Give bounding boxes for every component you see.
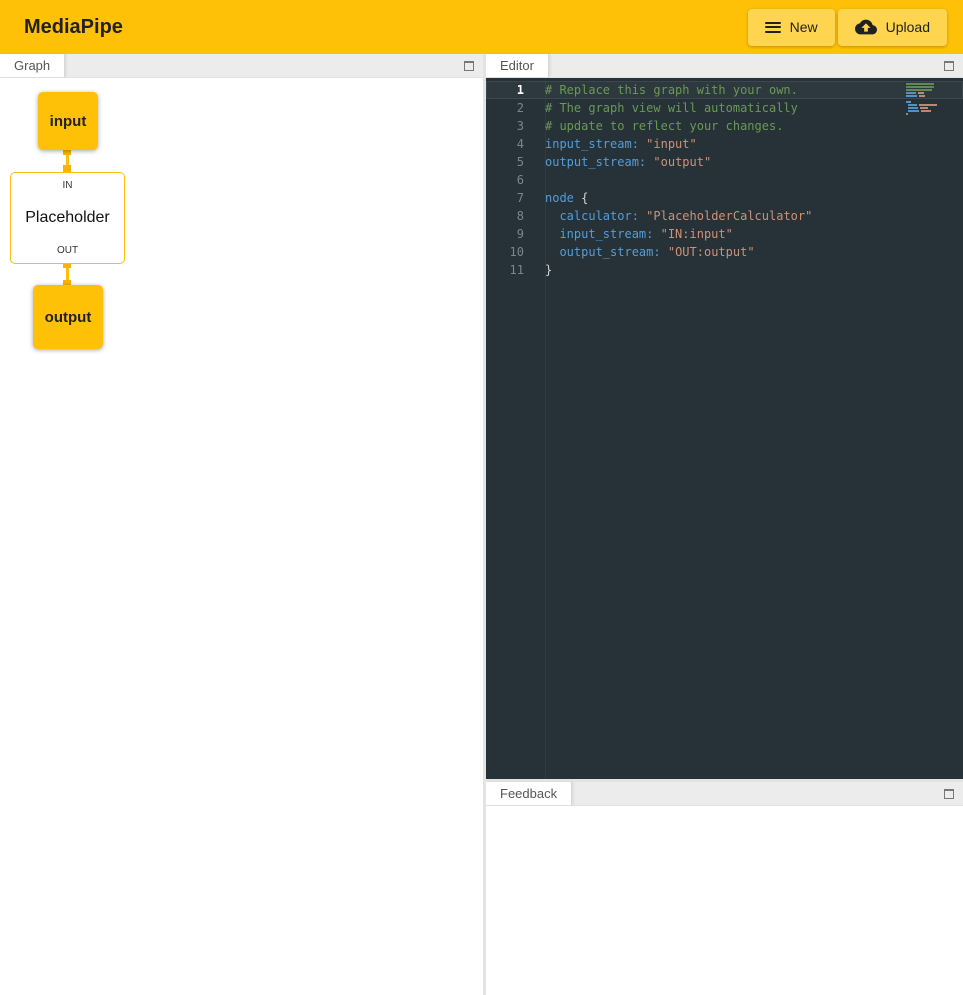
minimap-line (906, 113, 950, 115)
editor-panel-controls (944, 61, 954, 71)
minimap-line (906, 107, 950, 109)
calculator-name-label: Placeholder (25, 209, 110, 227)
line-text: node { (545, 189, 963, 207)
minimap-line (906, 95, 950, 97)
feedback-panel-controls (944, 789, 954, 799)
line-text: calculator: "PlaceholderCalculator" (545, 207, 963, 225)
line-number: 6 (486, 171, 524, 189)
menu-icon (765, 22, 781, 33)
line-number: 1 (486, 81, 524, 99)
minimap-line (906, 83, 950, 85)
editor-panel: Editor 1 # Replace this graph with your o… (486, 54, 963, 779)
app-header: MediaPipe New Upload (0, 0, 963, 54)
upload-button-label: Upload (886, 19, 930, 35)
minimap-line (906, 98, 950, 100)
tab-editor-label: Editor (500, 58, 534, 73)
graph-tab-bar: Graph (0, 54, 483, 78)
line-number: 3 (486, 117, 524, 135)
feedback-panel: Feedback (486, 782, 963, 995)
graph-node-placeholder-calculator[interactable]: IN Placeholder OUT (10, 172, 125, 264)
maximize-icon[interactable] (464, 61, 474, 71)
graph-node-input-label: input (50, 113, 87, 130)
tab-feedback-label: Feedback (500, 786, 557, 801)
line-number: 10 (486, 243, 524, 261)
line-text: input_stream: "IN:input" (545, 225, 963, 243)
tab-graph[interactable]: Graph (0, 54, 65, 77)
line-text: output_stream: "OUT:output" (545, 243, 963, 261)
tab-graph-label: Graph (14, 58, 50, 73)
graph-canvas[interactable]: input IN Placeholder OUT output (0, 78, 483, 995)
upload-button[interactable]: Upload (838, 9, 947, 46)
graph-node-output[interactable]: output (33, 285, 103, 349)
code-line[interactable]: 1 # Replace this graph with your own. (486, 81, 963, 99)
line-number: 2 (486, 99, 524, 117)
feedback-content[interactable] (486, 806, 963, 995)
code-lines: 1 # Replace this graph with your own. 2 # T… (486, 81, 963, 279)
graph-node-input[interactable]: input (38, 92, 98, 150)
line-text: # update to reflect your changes. (545, 117, 963, 135)
tab-feedback[interactable]: Feedback (486, 782, 572, 805)
code-line[interactable]: 6 (486, 171, 963, 189)
line-text: } (545, 261, 963, 279)
code-line[interactable]: 7 node { (486, 189, 963, 207)
minimap-line (906, 86, 950, 88)
code-line[interactable]: 9 input_stream: "IN:input" (486, 225, 963, 243)
right-column: Editor 1 # Replace this graph with your o… (486, 54, 963, 995)
new-button[interactable]: New (748, 9, 835, 46)
gutter-divider (545, 78, 546, 779)
minimap-line (906, 110, 950, 112)
line-number: 11 (486, 261, 524, 279)
line-number: 9 (486, 225, 524, 243)
minimap-line (906, 101, 950, 103)
code-line[interactable]: 10 output_stream: "OUT:output" (486, 243, 963, 261)
cloud-upload-icon (855, 19, 877, 35)
code-line[interactable]: 4 input_stream: "input" (486, 135, 963, 153)
minimap-line (906, 89, 950, 91)
code-line[interactable]: 11} (486, 261, 963, 279)
in-port-label: IN (63, 180, 73, 191)
mediapipe-visualizer-page: MediaPipe New Upload Graph (0, 0, 963, 995)
code-line[interactable]: 3 # update to reflect your changes. (486, 117, 963, 135)
line-number: 4 (486, 135, 524, 153)
out-port-label: OUT (57, 245, 78, 256)
minimap[interactable] (906, 83, 950, 116)
maximize-icon[interactable] (944, 61, 954, 71)
feedback-tab-bar: Feedback (486, 782, 963, 806)
code-editor[interactable]: 1 # Replace this graph with your own. 2 # T… (486, 78, 963, 779)
graph-panel-controls (464, 61, 474, 71)
app-title: MediaPipe (24, 16, 123, 39)
maximize-icon[interactable] (944, 789, 954, 799)
line-text: # The graph view will automatically (545, 99, 963, 117)
code-line[interactable]: 2 # The graph view will automatically (486, 99, 963, 117)
main-area: Graph input IN Placeholder (0, 54, 963, 995)
line-text (545, 171, 963, 189)
tab-editor[interactable]: Editor (486, 54, 549, 77)
minimap-line (906, 92, 950, 94)
header-buttons: New Upload (748, 9, 947, 46)
line-text: output_stream: "output" (545, 153, 963, 171)
line-number: 5 (486, 153, 524, 171)
line-text: input_stream: "input" (545, 135, 963, 153)
minimap-line (906, 104, 950, 106)
line-text: # Replace this graph with your own. (545, 81, 963, 99)
new-button-label: New (790, 19, 818, 35)
line-number: 7 (486, 189, 524, 207)
editor-tab-bar: Editor (486, 54, 963, 78)
code-line[interactable]: 5 output_stream: "output" (486, 153, 963, 171)
line-number: 8 (486, 207, 524, 225)
code-line[interactable]: 8 calculator: "PlaceholderCalculator" (486, 207, 963, 225)
graph-node-output-label: output (45, 309, 92, 326)
graph-panel: Graph input IN Placeholder (0, 54, 483, 995)
